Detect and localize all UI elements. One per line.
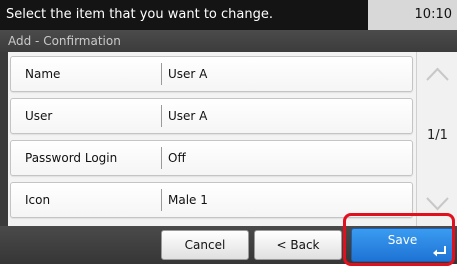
row-value: Off (168, 151, 186, 165)
row-value: Male 1 (168, 193, 208, 207)
row-divider (161, 63, 162, 85)
row-label: Icon (25, 193, 51, 207)
scroll-column: 1/1 (416, 52, 457, 226)
row-divider (161, 189, 162, 211)
save-button-label: Save (387, 233, 418, 247)
chevron-up-icon (426, 67, 449, 81)
save-button[interactable]: Save (351, 228, 454, 262)
bottom-bar: Cancel < Back Save (0, 226, 457, 264)
row-value: User A (168, 67, 208, 81)
row-label: Name (25, 67, 61, 81)
row-label: Password Login (25, 151, 118, 165)
scroll-down-button[interactable] (419, 188, 456, 220)
chevron-down-icon (426, 197, 449, 211)
status-message: Select the item that you want to change. (0, 0, 368, 30)
row-divider (161, 105, 162, 127)
left-edge (0, 52, 8, 226)
scroll-up-button[interactable] (419, 58, 456, 90)
enter-icon (433, 246, 446, 257)
cancel-button[interactable]: Cancel (161, 230, 249, 260)
page-indicator: 1/1 (427, 128, 448, 143)
row-icon[interactable]: Icon Male 1 (10, 182, 413, 218)
screen: Select the item that you want to change.… (0, 0, 457, 266)
status-bar: Select the item that you want to change.… (0, 0, 457, 30)
row-name[interactable]: Name User A (10, 56, 413, 92)
row-divider (161, 147, 162, 169)
screen-title: Add - Confirmation (0, 30, 457, 52)
row-label: User (25, 109, 53, 123)
confirmation-list: Name User A User User A Password Login O… (0, 52, 457, 226)
row-user[interactable]: User User A (10, 98, 413, 134)
row-password-login[interactable]: Password Login Off (10, 140, 413, 176)
back-button[interactable]: < Back (254, 230, 342, 260)
status-time: 10:10 (414, 7, 452, 22)
row-value: User A (168, 109, 208, 123)
